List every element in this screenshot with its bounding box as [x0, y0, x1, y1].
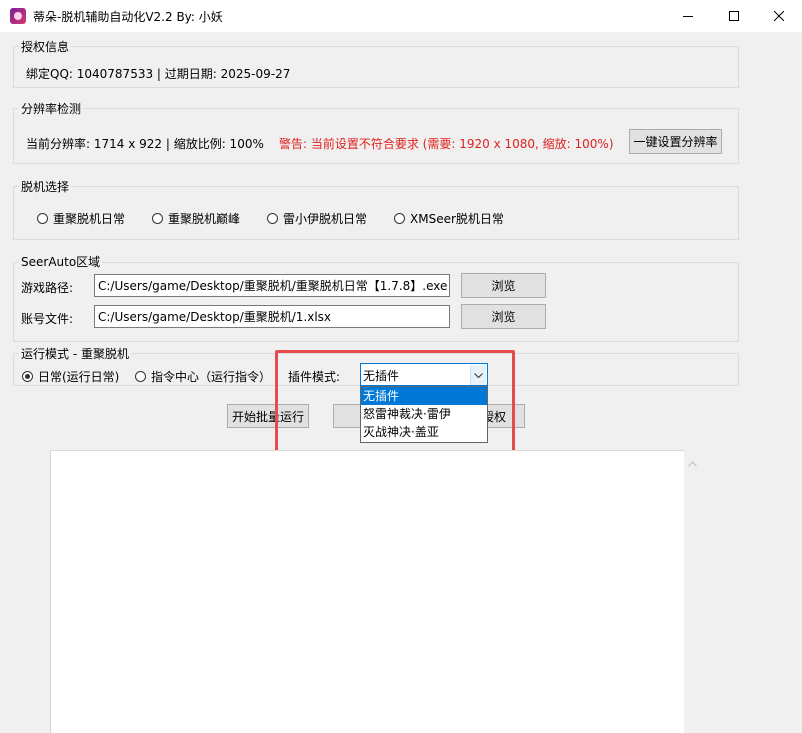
radio-option-leixiaoyi-daily[interactable]: 雷小伊脱机日常: [267, 210, 367, 227]
log-scrollbar[interactable]: [684, 450, 701, 732]
radio-label: 雷小伊脱机日常: [283, 212, 368, 226]
maximize-icon: [729, 11, 739, 21]
scroll-up-arrow-icon[interactable]: [688, 456, 697, 470]
radio-circle: [267, 213, 278, 224]
set-resolution-button[interactable]: 一键设置分辨率: [629, 129, 722, 154]
radio-option-xmseer-daily[interactable]: XMSeer脱机日常: [394, 210, 504, 227]
license-info: 绑定QQ: 1040787533 | 过期日期: 2025-09-27: [26, 67, 291, 81]
log-output-area[interactable]: [50, 450, 685, 733]
app-icon: [10, 8, 26, 24]
radio-option-reunion-peak[interactable]: 重聚脱机巅峰: [152, 210, 240, 227]
radio-option-reunion-daily[interactable]: 重聚脱机日常: [37, 210, 125, 227]
maximize-button[interactable]: [711, 0, 757, 32]
resolution-warning: 警告: 当前设置不符合要求 (需要: 1920 x 1080, 缩放: 100%…: [279, 137, 614, 151]
title-bar: 蒂朵-脱机辅助自动化V2.2 By: 小妖: [0, 0, 802, 32]
radio-label: 重聚脱机日常: [53, 212, 126, 226]
radio-mode-command-center[interactable]: 指令中心（运行指令）: [135, 368, 271, 385]
close-button[interactable]: [756, 0, 802, 32]
radio-label: 指令中心（运行指令）: [151, 370, 272, 384]
radio-circle-selected: [22, 371, 33, 382]
license-group-title: 授权信息: [19, 38, 72, 55]
window-title: 蒂朵-脱机辅助自动化V2.2 By: 小妖: [33, 10, 223, 24]
game-path-input[interactable]: C:/Users/game/Desktop/重聚脱机/重聚脱机日常【1.7.8】…: [94, 274, 450, 297]
account-file-browse-button[interactable]: 浏览: [461, 304, 546, 329]
radio-circle: [135, 371, 146, 382]
resolution-current: 当前分辨率: 1714 x 922 | 缩放比例: 100%: [26, 137, 264, 151]
radio-label: 重聚脱机巅峰: [168, 212, 241, 226]
resolution-group-title: 分辨率检测: [19, 100, 84, 117]
account-file-input[interactable]: C:/Users/game/Desktop/重聚脱机/1.xlsx: [94, 305, 450, 328]
seerauto-group-title: SeerAuto区域: [19, 253, 103, 270]
account-file-label: 账号文件:: [21, 312, 74, 326]
highlight-box: [275, 350, 515, 456]
radio-circle: [394, 213, 405, 224]
radio-circle: [152, 213, 163, 224]
run-mode-group-title: 运行模式 - 重聚脱机: [19, 345, 131, 362]
radio-mode-daily[interactable]: 日常(运行日常): [22, 368, 119, 385]
radio-label: XMSeer脱机日常: [410, 212, 504, 226]
minimize-button[interactable]: [665, 0, 711, 32]
close-icon: [774, 11, 784, 21]
game-path-label: 游戏路径:: [21, 281, 74, 295]
radio-circle: [37, 213, 48, 224]
offline-select-group-title: 脱机选择: [19, 178, 72, 195]
game-path-browse-button[interactable]: 浏览: [461, 273, 546, 298]
minimize-icon: [683, 11, 693, 21]
radio-label: 日常(运行日常): [38, 370, 120, 384]
